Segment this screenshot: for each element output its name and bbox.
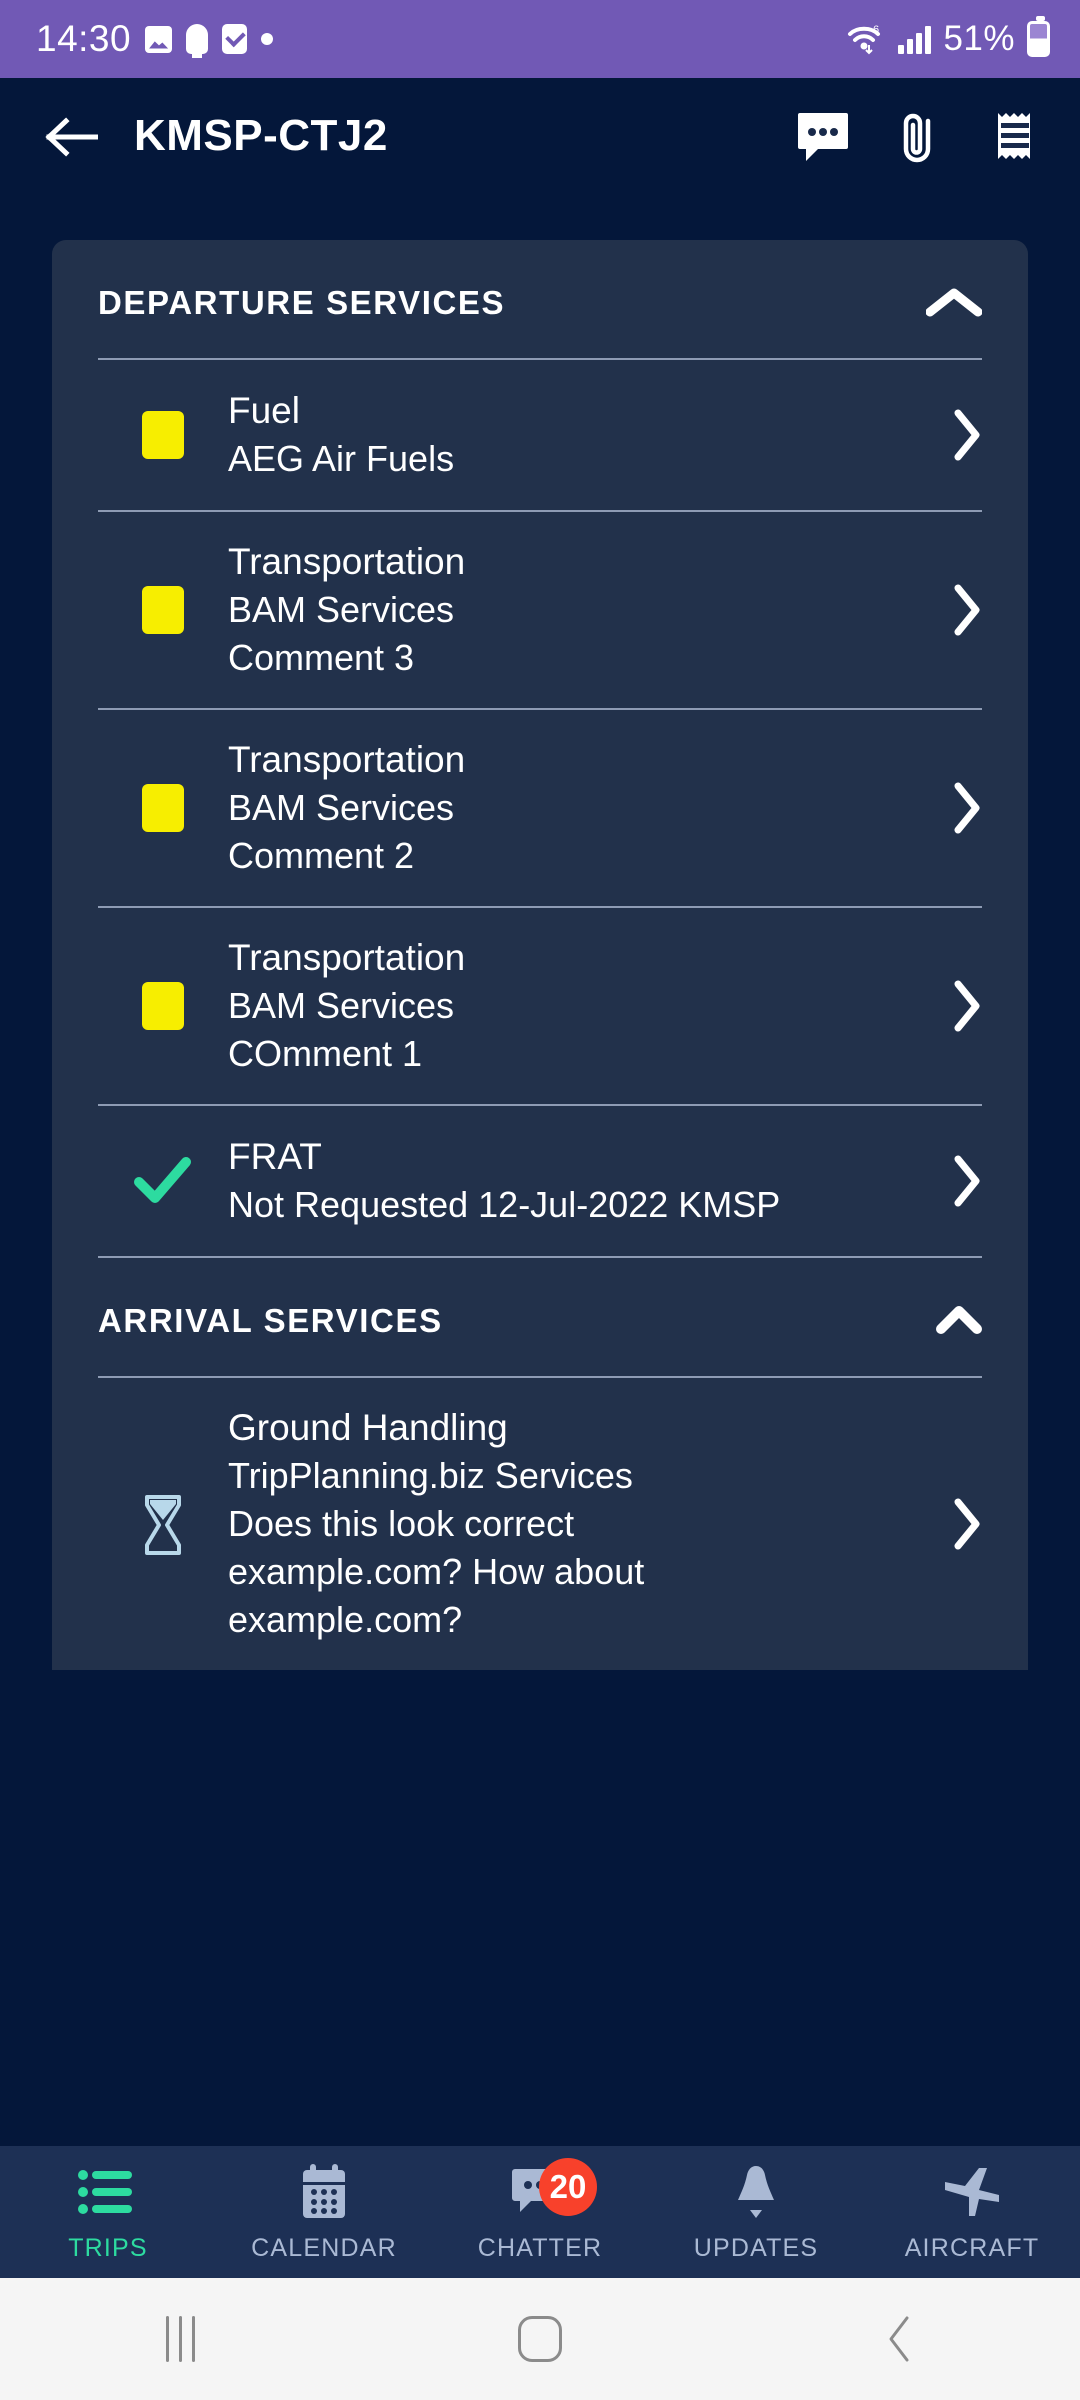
row-line-status: Not Requested 12-Jul-2022 KMSP [228,1184,781,1225]
receipt-icon[interactable] [986,107,1044,165]
row-line-vendor: TripPlanning.biz Services [228,1455,633,1496]
green-check-icon [134,1156,192,1206]
row-status [98,1494,228,1555]
app-bar: KMSP-CTJ2 [0,78,1080,193]
row-line-title: FRAT [228,1136,322,1177]
yellow-square-icon [142,982,184,1030]
row-status [98,411,228,459]
nav-item-calendar[interactable]: CALENDAR [216,2146,432,2278]
row-body: FRAT Not Requested 12-Jul-2022 KMSP [228,1107,938,1255]
row-status [98,982,228,1030]
table-row[interactable]: Transportation BAM Services Comment 2 [52,710,1028,906]
row-body: Transportation BAM Services Comment 2 [228,710,938,906]
row-body: Fuel AEG Air Fuels [228,361,938,509]
section-header-arrival-services[interactable]: ARRIVAL SERVICES [52,1258,1028,1340]
battery-percent-label: 51% [943,19,1015,58]
wifi-icon: 6 [846,23,886,55]
section-title: ARRIVAL SERVICES [98,1302,443,1339]
row-status [98,1156,228,1206]
bottom-navigation: TRIPS CALENDAR 20 CHATTER UPDATES AIRCRA… [0,2146,1080,2278]
yellow-square-icon [142,411,184,459]
paperclip-icon[interactable] [890,107,948,165]
nav-item-chatter[interactable]: 20 CHATTER [432,2146,648,2278]
checkbox-icon [222,24,248,54]
status-bar-clock: 14:30 [36,18,132,59]
row-line-title: Transportation [228,739,466,780]
row-line-comment: Comment 2 [228,835,415,876]
yellow-square-icon [142,586,184,634]
nav-item-aircraft[interactable]: AIRCRAFT [864,2146,1080,2278]
table-row[interactable]: Transportation BAM Services COmment 1 [52,908,1028,1104]
section-header-departure-services[interactable]: DEPARTURE SERVICES [52,240,1028,322]
list-icon [77,2162,139,2222]
chevron-right-icon[interactable] [938,584,982,636]
row-line-comment: COmment 1 [228,1033,423,1074]
row-line-title: Ground Handling [228,1407,508,1448]
chatter-badge: 20 [539,2157,597,2216]
battery-icon [1027,16,1050,57]
table-row[interactable]: FRAT Not Requested 12-Jul-2022 KMSP [52,1106,1028,1256]
nav-label: AIRCRAFT [904,2233,1040,2262]
nav-item-updates[interactable]: UPDATES [648,2146,864,2278]
status-bar: 14:30 6 51% [0,0,1080,78]
row-status [98,586,228,634]
chat-bubble-icon[interactable] [794,107,852,165]
hourglass-icon [139,1494,187,1555]
status-bar-right: 6 51% [846,16,1050,59]
bell-icon [727,2162,785,2222]
calendar-icon [293,2162,355,2222]
row-line-title: Transportation [228,937,466,978]
cellular-signal-icon [898,24,932,54]
row-status [98,784,228,832]
section-title: DEPARTURE SERVICES [98,284,506,321]
row-body: Ground Handling TripPlanning.biz Service… [228,1378,938,1670]
row-line-comment: Comment 3 [228,637,415,678]
image-icon [145,25,173,53]
back-icon[interactable] [720,2314,1080,2364]
chevron-right-icon[interactable] [938,1155,982,1207]
nav-label: UPDATES [693,2233,819,2262]
chat-bubble-icon: 20 [509,2157,597,2222]
chevron-right-icon[interactable] [938,782,982,834]
airplane-icon [939,2162,1005,2222]
row-body: Transportation BAM Services COmment 1 [228,908,938,1104]
recents-icon[interactable] [0,2316,360,2362]
yellow-square-icon [142,784,184,832]
row-line-vendor: BAM Services [228,589,455,630]
status-bar-left: 14:30 [36,18,274,60]
row-body: Transportation BAM Services Comment 3 [228,512,938,708]
nav-label: CALENDAR [251,2233,397,2262]
nav-item-trips[interactable]: TRIPS [0,2146,216,2278]
nav-label: TRIPS [68,2233,148,2262]
chevron-up-icon[interactable] [936,1304,982,1338]
chevron-right-icon[interactable] [938,980,982,1032]
table-row[interactable]: Ground Handling TripPlanning.biz Service… [52,1378,1028,1670]
chevron-right-icon[interactable] [938,409,982,461]
table-row[interactable]: Transportation BAM Services Comment 3 [52,512,1028,708]
chevron-right-icon[interactable] [938,1498,982,1550]
page-title: KMSP-CTJ2 [134,110,388,160]
app-bar-actions [794,107,1044,165]
back-arrow-icon[interactable] [40,105,102,167]
row-line-vendor: BAM Services [228,787,455,828]
bulb-icon [186,24,209,58]
nav-label: CHATTER [477,2233,603,2262]
services-card: DEPARTURE SERVICES Fuel AEG Air Fuels Tr… [52,240,1028,1670]
row-line-title: Fuel [228,390,300,431]
row-line-vendor: AEG Air Fuels [228,438,455,479]
row-line-title: Transportation [228,541,466,582]
dot-icon [261,33,274,45]
svg-text:6: 6 [873,24,879,36]
row-line-comment: Does this look correct example.com? How … [228,1503,645,1640]
chevron-up-icon[interactable] [925,286,983,320]
system-navigation-bar [0,2278,1080,2400]
table-row[interactable]: Fuel AEG Air Fuels [52,360,1028,510]
row-line-vendor: BAM Services [228,985,455,1026]
home-icon[interactable] [360,2316,720,2362]
